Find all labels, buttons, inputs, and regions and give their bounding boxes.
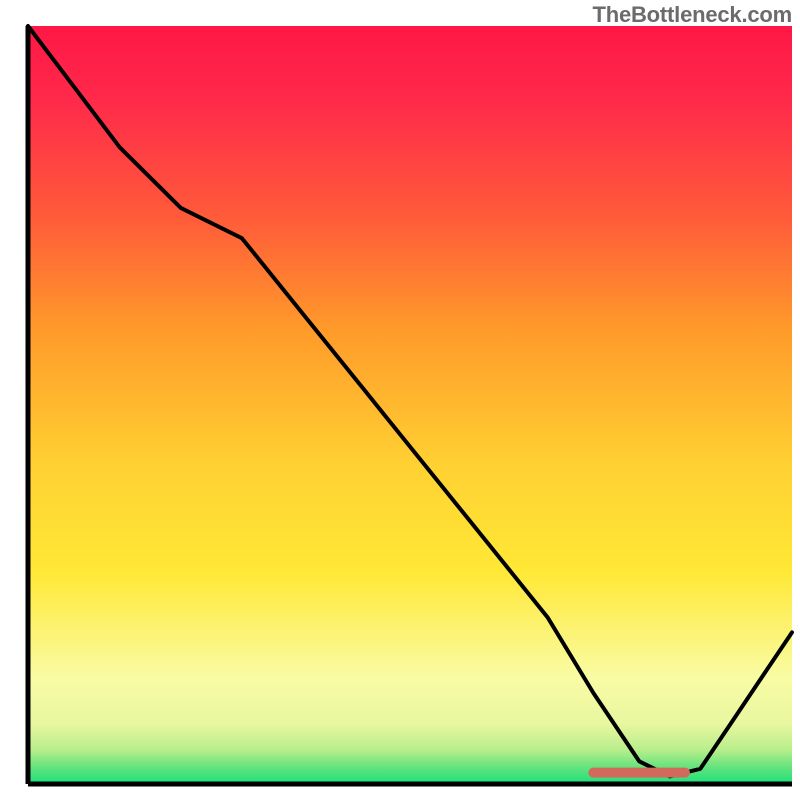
gradient-background bbox=[28, 26, 792, 784]
watermark-text: TheBottleneck.com bbox=[592, 2, 792, 28]
bottleneck-chart: TheBottleneck.com bbox=[0, 0, 800, 800]
chart-svg bbox=[0, 0, 800, 800]
